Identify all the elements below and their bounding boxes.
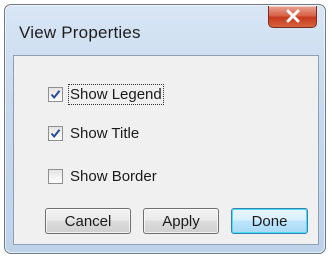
show-title-checkbox[interactable]: [48, 125, 63, 141]
close-button[interactable]: [268, 6, 317, 28]
done-button[interactable]: Done: [231, 208, 308, 234]
show-border-checkbox[interactable]: [48, 168, 63, 184]
show-legend-checkbox[interactable]: [48, 86, 63, 102]
show-legend-label[interactable]: Show Legend: [68, 83, 164, 105]
show-border-option[interactable]: Show Border: [48, 165, 158, 187]
checkmark-icon: [50, 128, 61, 138]
show-border-label[interactable]: Show Border: [69, 167, 158, 186]
window-title: View Properties: [19, 23, 141, 42]
dialog-window: View Properties Show Legend Show Title S…: [4, 4, 326, 254]
show-title-option[interactable]: Show Title: [48, 122, 140, 144]
show-legend-option[interactable]: Show Legend: [48, 83, 164, 105]
title-bar[interactable]: View Properties: [5, 5, 325, 42]
apply-button[interactable]: Apply: [143, 208, 219, 234]
show-title-label[interactable]: Show Title: [69, 124, 140, 143]
cancel-button[interactable]: Cancel: [45, 208, 131, 234]
dialog-content: Show Legend Show Title Show Border Cance…: [13, 55, 319, 245]
checkmark-icon: [50, 89, 61, 99]
close-icon: [286, 9, 300, 23]
